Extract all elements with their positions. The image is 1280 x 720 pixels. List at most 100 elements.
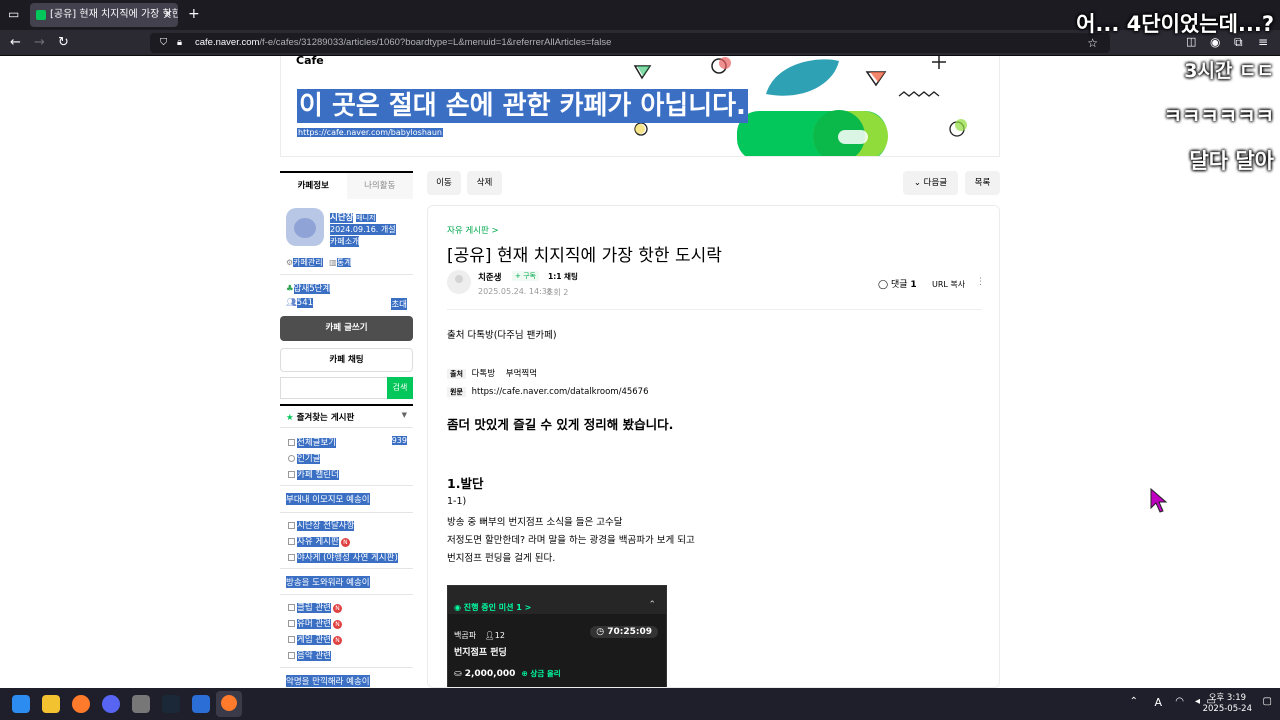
favorites-header[interactable]: ★ 즐겨찾는 게시판 ▼ xyxy=(286,411,407,423)
board-label: 전체글보기 xyxy=(297,438,337,448)
chevron-down-icon[interactable]: ▼ xyxy=(402,411,407,419)
cafe-search-input[interactable] xyxy=(280,377,387,399)
firefox-active-icon[interactable] xyxy=(216,691,242,717)
volume-icon[interactable]: ◂ xyxy=(1195,696,1200,707)
board-clip[interactable]: 클립 관련 N xyxy=(288,601,342,613)
board-humor[interactable]: 유머 관련 N xyxy=(288,617,342,629)
manager-name[interactable]: 시단장 xyxy=(330,213,354,223)
subscribe-button[interactable]: + 구독 xyxy=(512,271,539,281)
chat-button[interactable]: 1:1 채팅 xyxy=(548,271,578,282)
circle2-fill-shape xyxy=(635,124,645,134)
board-icon xyxy=(288,455,295,462)
reload-icon[interactable]: ↻ xyxy=(58,35,69,50)
mission-amount-row: ⛀ 2,000,000 ⊕ 상금 올리 xyxy=(454,668,561,679)
taskbar-clock[interactable]: 오후 3:19 2025-05-24 xyxy=(1203,693,1252,715)
tab-list-icon[interactable]: ▭ xyxy=(8,7,19,21)
divider xyxy=(280,404,413,406)
new-tab-button[interactable]: + xyxy=(188,6,200,22)
next-post-button[interactable]: ⌄ 다음글 xyxy=(903,171,958,195)
back-icon[interactable]: ← xyxy=(10,35,21,50)
notification-icon[interactable]: ▢ xyxy=(1263,696,1272,707)
cafe-banner[interactable]: Cafe 이 곳은 절대 손에 관한 카페가 아닙니다. https://caf… xyxy=(280,56,1000,157)
section-title: 1.발단 xyxy=(447,476,484,491)
manager-avatar[interactable] xyxy=(286,208,324,246)
author-name[interactable]: 치준생 xyxy=(478,271,501,283)
windows-start-icon[interactable] xyxy=(12,695,30,713)
list-button[interactable]: 목록 xyxy=(965,171,1000,195)
divider xyxy=(280,274,413,275)
mission-bonus: ⊕ 상금 올리 xyxy=(521,669,561,678)
source-board[interactable]: 부먹찍먹 xyxy=(506,369,537,379)
wifi-icon[interactable]: ◠ xyxy=(1175,696,1184,707)
tab-close-icon[interactable]: ✕ xyxy=(164,3,172,27)
divider xyxy=(280,568,413,569)
shield-icon[interactable]: ⛉ xyxy=(160,33,167,53)
cafe-url[interactable]: https://cafe.naver.com/babyloshaun xyxy=(297,128,443,137)
browser-tab-active[interactable]: [공유] 현재 치지직에 가장 핫한 ✕ xyxy=(30,3,178,27)
original-url[interactable]: https://cafe.naver.com/datalkroom/45676 xyxy=(472,387,649,397)
url-path: /f-e/cafes/31289033/articles/1060?boardt… xyxy=(259,37,612,48)
board-game[interactable]: 게임 관련 N xyxy=(288,633,342,645)
cafe-search-button[interactable]: 검색 xyxy=(387,377,413,399)
file-explorer-icon[interactable] xyxy=(42,695,60,713)
article-card: 자유 게시판 > [공유] 현재 치지직에 가장 핫한 도시락 치준생 + 구독… xyxy=(427,205,1000,688)
board-icon xyxy=(288,538,295,545)
cursor-icon xyxy=(1150,488,1168,513)
overlay-chat-1: 어... 4단이었는데...? xyxy=(1076,12,1274,36)
overlay-chat-4: 달다 달아 xyxy=(1189,149,1274,173)
overlay-chat-3: ㅋㅋㅋㅋㅋㅋ xyxy=(1163,104,1274,128)
board-all-posts[interactable]: 전체글보기 939 xyxy=(288,436,407,448)
cafe-manage-link[interactable]: 카페관리 xyxy=(293,258,323,267)
board-group-3: 악명을 만끽해라 예송이 xyxy=(286,675,370,687)
delete-button[interactable]: 삭제 xyxy=(467,171,502,195)
board-label: 클립 관련 xyxy=(297,603,331,613)
tab-my-activity[interactable]: 나의활동 xyxy=(346,173,413,199)
comments-link[interactable]: ◯ 댓글 1 xyxy=(878,277,917,290)
divider xyxy=(280,594,413,595)
source-name[interactable]: 다톡방 xyxy=(472,369,495,379)
tab-cafe-info[interactable]: 카페정보 xyxy=(280,173,347,199)
article-title: [공유] 현재 치지직에 가장 핫한 도시락 xyxy=(447,246,722,266)
board-notice[interactable]: 시단장 전달사항 xyxy=(288,519,355,531)
tray-chevron-up-icon[interactable]: ⌃ xyxy=(1130,696,1138,707)
board-label: 게임 관련 xyxy=(297,635,331,645)
board-icon xyxy=(288,439,295,446)
app2-icon[interactable] xyxy=(192,695,210,713)
mission-image[interactable]: ◉ 진행 중인 미션 1 > ⌃ 백곰파 👤︎12 ◷ 70:25:09 번지점… xyxy=(447,585,667,687)
board-free[interactable]: 자유 게시판 N xyxy=(288,535,350,547)
board-music[interactable]: 음악 관련 xyxy=(288,649,331,661)
board-popular[interactable]: 인기글 xyxy=(288,452,321,464)
board-breadcrumb[interactable]: 자유 게시판 > xyxy=(447,224,499,236)
write-post-button[interactable]: 카페 글쓰기 xyxy=(280,316,413,341)
author-avatar[interactable] xyxy=(447,270,471,294)
cafe-intro-link[interactable]: 카페소개 xyxy=(330,236,360,247)
windows-taskbar: ⌃ A ◠ ◂ ▭ 오후 3:19 2025-05-24 ▢ xyxy=(0,688,1280,720)
firefox-icon[interactable] xyxy=(72,695,90,713)
steam-icon[interactable] xyxy=(162,695,180,713)
comment-icon: ◯ xyxy=(878,280,889,290)
stats-link[interactable]: 통계 xyxy=(336,258,352,267)
level-row: ♣얍새5단계 xyxy=(286,282,331,294)
board-night[interactable]: 야사게 (야행성 사연 게시판) xyxy=(288,551,398,563)
copy-url-button[interactable]: URL 복사 xyxy=(932,279,965,290)
move-button[interactable]: 이동 xyxy=(427,171,461,195)
comments-count: 1 xyxy=(910,280,917,290)
comments-label: 댓글 xyxy=(890,280,908,290)
discord-icon[interactable] xyxy=(102,695,120,713)
cafe-chat-button[interactable]: 카페 채팅 xyxy=(280,348,413,372)
board-label: 카페 캘린더 xyxy=(297,470,339,480)
original-row: 원문 https://cafe.naver.com/datalkroom/456… xyxy=(447,387,648,397)
app-icon[interactable] xyxy=(132,695,150,713)
mission-people: 12 xyxy=(494,631,505,640)
chart-icon: ▥ xyxy=(329,258,337,267)
forward-icon[interactable]: → xyxy=(34,35,45,50)
address-bar[interactable]: ⛉ 🔒︎ cafe.naver.com/f-e/cafes/31289033/a… xyxy=(150,33,1110,53)
ime-indicator[interactable]: A xyxy=(1154,696,1162,709)
invite-link[interactable]: 초대 xyxy=(391,298,407,310)
mission-header-label: 진행 중인 미션 1 > xyxy=(463,603,532,612)
more-icon[interactable]: ⋮ xyxy=(976,277,985,287)
board-calendar[interactable]: 카페 캘린더 xyxy=(288,468,339,480)
member-count[interactable]: 541 xyxy=(296,298,314,308)
cafe-level[interactable]: 얍새5단계 xyxy=(293,284,331,294)
chevron-down-icon: ⌄ xyxy=(913,178,921,188)
